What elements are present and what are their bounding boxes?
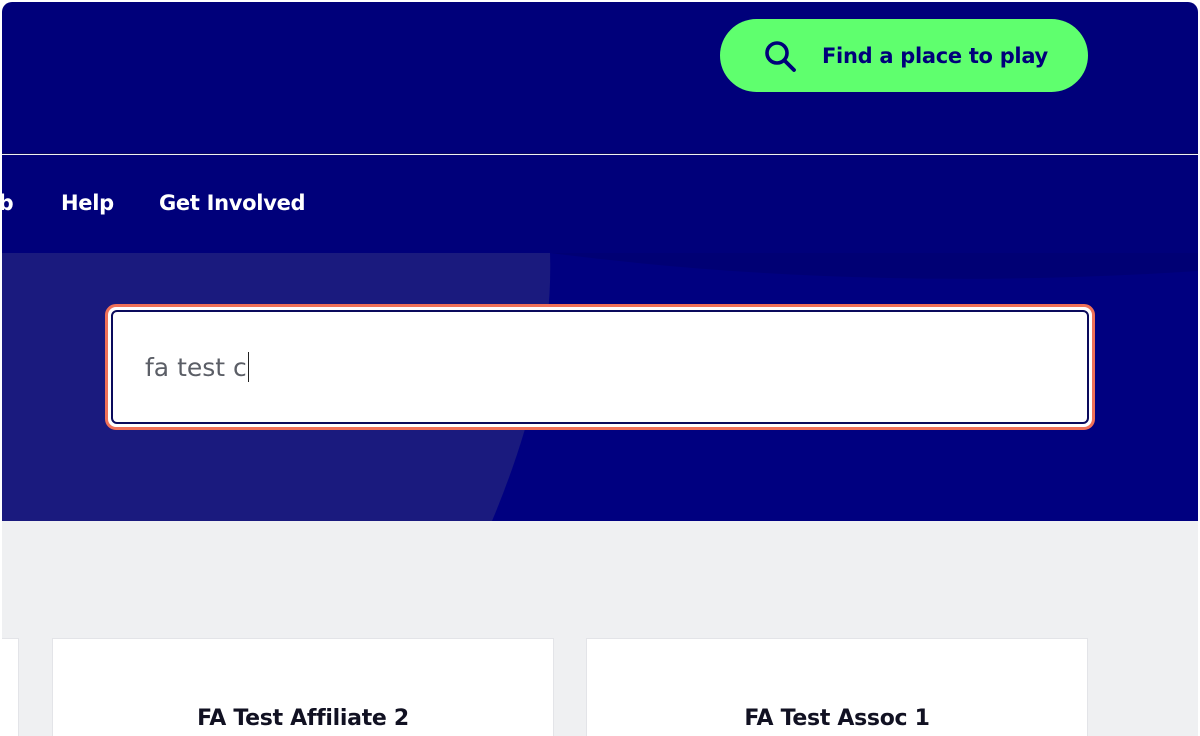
text-caret [247,352,250,382]
main-nav: ub Help Get Involved [2,155,1198,253]
search-focus-ring: fa test c [105,304,1095,430]
find-place-to-play-button[interactable]: Find a place to play [720,19,1088,92]
club-search-input[interactable]: fa test c [111,310,1089,424]
search-input-value: fa test c [145,352,247,382]
result-card-title: FA Test Assoc 1 [744,706,930,731]
page-frame: Find a place to play ub Help Get Involve… [2,2,1198,736]
result-card[interactable]: FA Test Assoc 1 [586,638,1088,736]
result-card-title: FA Test Affiliate 2 [197,706,409,731]
find-place-to-play-label: Find a place to play [822,43,1048,68]
nav-item-club[interactable]: ub [2,191,14,215]
result-card[interactable] [2,638,19,736]
result-card[interactable]: FA Test Affiliate 2 [52,638,554,736]
search-icon [762,38,798,74]
search-results: FA Test Affiliate 2 FA Test Assoc 1 [2,521,1198,736]
nav-item-help[interactable]: Help [61,191,114,215]
top-header: Find a place to play [2,2,1198,154]
nav-item-get-involved[interactable]: Get Involved [159,191,306,215]
